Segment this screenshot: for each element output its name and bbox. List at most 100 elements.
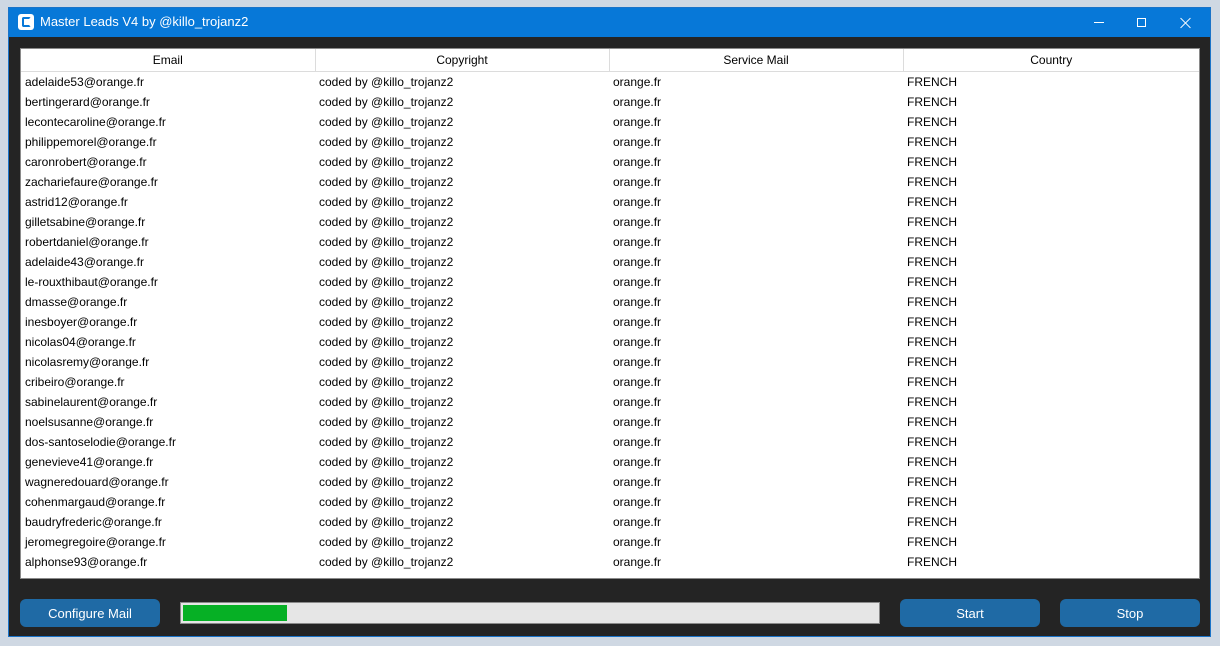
table-row[interactable]: caronrobert@orange.fr coded by @killo_tro…: [21, 152, 1199, 172]
close-icon: [1180, 17, 1192, 29]
table-row[interactable]: jeromegregoire@orange.fr coded by @killo_…: [21, 532, 1199, 552]
email-cell: lecontecaroline@orange.fr: [25, 115, 166, 129]
table-row[interactable]: adelaide53@orange.fr coded by @killo_troj…: [21, 72, 1199, 93]
copyright-cell: coded by @killo_trojanz2: [319, 175, 454, 189]
country-cell: FRENCH: [907, 295, 957, 309]
copyright-cell: coded by @killo_trojanz2: [319, 275, 454, 289]
table-row[interactable]: zachariefaure@orange.fr coded by @killo_t…: [21, 172, 1199, 192]
service-mail-cell: orange.fr: [613, 415, 662, 429]
email-cell: adelaide43@orange.fr: [25, 255, 144, 269]
progress-fill: [183, 605, 288, 621]
service-mail-cell: orange.fr: [613, 275, 662, 289]
table-row[interactable]: adelaide43@orange.fr coded by @killo_troj…: [21, 252, 1199, 272]
copyright-cell: coded by @killo_trojanz2: [319, 195, 454, 209]
table-row[interactable]: nicolas04@orange.fr coded by @killo_troja…: [21, 332, 1199, 352]
copyright-cell: coded by @killo_trojanz2: [319, 435, 454, 449]
table-row[interactable]: sabinelaurent@orange.fr coded by @killo_t…: [21, 392, 1199, 412]
service-mail-cell: orange.fr: [613, 95, 662, 109]
country-cell: FRENCH: [907, 535, 957, 549]
country-cell: FRENCH: [907, 115, 957, 129]
table-header-row: Email Copyright Service Mail Country: [21, 49, 1199, 72]
maximize-icon: [1136, 18, 1146, 27]
service-mail-cell: orange.fr: [613, 395, 662, 409]
close-button[interactable]: [1163, 8, 1209, 37]
email-cell: dmasse@orange.fr: [25, 295, 128, 309]
table-row[interactable]: astrid12@orange.fr coded by @killo_trojan…: [21, 192, 1199, 212]
table-row[interactable]: philippemorel@orange.fr coded by @killo_t…: [21, 132, 1199, 152]
country-cell: FRENCH: [907, 435, 957, 449]
country-cell: FRENCH: [907, 515, 957, 529]
table-row[interactable]: lecontecaroline@orange.fr coded by @killo…: [21, 112, 1199, 132]
title-bar[interactable]: Master Leads V4 by @killo_trojanz2: [9, 8, 1210, 37]
copyright-cell: coded by @killo_trojanz2: [319, 75, 454, 89]
copyright-cell: coded by @killo_trojanz2: [319, 235, 454, 249]
leads-table: Email Copyright Service Mail Country ade…: [21, 49, 1199, 572]
table-row[interactable]: robertdaniel@orange.fr coded by @killo_tr…: [21, 232, 1199, 252]
copyright-cell: coded by @killo_trojanz2: [319, 515, 454, 529]
service-mail-cell: orange.fr: [613, 495, 662, 509]
copyright-cell: coded by @killo_trojanz2: [319, 295, 454, 309]
column-header-service-mail[interactable]: Service Mail: [609, 49, 904, 72]
window-title: Master Leads V4 by @killo_trojanz2: [40, 14, 249, 29]
table-row[interactable]: le-rouxthibaut@orange.fr coded by @killo_…: [21, 272, 1199, 292]
app-logo-icon: [18, 14, 34, 30]
column-header-email[interactable]: Email: [21, 49, 316, 72]
table-row[interactable]: nicolasremy@orange.fr coded by @killo_tro…: [21, 352, 1199, 372]
copyright-cell: coded by @killo_trojanz2: [319, 355, 454, 369]
start-button[interactable]: Start: [900, 599, 1040, 627]
country-cell: FRENCH: [907, 355, 957, 369]
email-cell: genevieve41@orange.fr: [25, 455, 154, 469]
country-cell: FRENCH: [907, 555, 957, 569]
configure-mail-button[interactable]: Configure Mail: [20, 599, 160, 627]
minimize-icon: [1094, 22, 1104, 23]
service-mail-cell: orange.fr: [613, 535, 662, 549]
table-row[interactable]: dos-santoselodie@orange.fr coded by @kill…: [21, 432, 1199, 452]
column-header-copyright[interactable]: Copyright: [315, 49, 610, 72]
email-cell: le-rouxthibaut@orange.fr: [25, 275, 158, 289]
country-cell: FRENCH: [907, 475, 957, 489]
email-cell: gilletsabine@orange.fr: [25, 215, 146, 229]
table-row[interactable]: wagneredouard@orange.fr coded by @killo_t…: [21, 472, 1199, 492]
country-cell: FRENCH: [907, 395, 957, 409]
email-cell: inesboyer@orange.fr: [25, 315, 138, 329]
minimize-button[interactable]: [1076, 8, 1122, 37]
table-row[interactable]: inesboyer@orange.fr coded by @killo_troja…: [21, 312, 1199, 332]
copyright-cell: coded by @killo_trojanz2: [319, 95, 454, 109]
service-mail-cell: orange.fr: [613, 335, 662, 349]
email-cell: philippemorel@orange.fr: [25, 135, 157, 149]
copyright-cell: coded by @killo_trojanz2: [319, 535, 454, 549]
service-mail-cell: orange.fr: [613, 455, 662, 469]
copyright-cell: coded by @killo_trojanz2: [319, 395, 454, 409]
copyright-cell: coded by @killo_trojanz2: [319, 455, 454, 469]
table-row[interactable]: noelsusanne@orange.fr coded by @killo_tro…: [21, 412, 1199, 432]
table-row[interactable]: dmasse@orange.fr coded by @killo_trojanz2…: [21, 292, 1199, 312]
table-row[interactable]: genevieve41@orange.fr coded by @killo_tro…: [21, 452, 1199, 472]
country-cell: FRENCH: [907, 175, 957, 189]
table-row[interactable]: cribeiro@orange.fr coded by @killo_trojan…: [21, 372, 1199, 392]
country-cell: FRENCH: [907, 95, 957, 109]
email-cell: caronrobert@orange.fr: [25, 155, 147, 169]
service-mail-cell: orange.fr: [613, 195, 662, 209]
country-cell: FRENCH: [907, 455, 957, 469]
maximize-button[interactable]: [1118, 8, 1164, 37]
service-mail-cell: orange.fr: [613, 475, 662, 489]
table-row[interactable]: alphonse93@orange.fr coded by @killo_troj…: [21, 552, 1199, 572]
stop-button[interactable]: Stop: [1060, 599, 1200, 627]
email-cell: sabinelaurent@orange.fr: [25, 395, 158, 409]
email-cell: nicolas04@orange.fr: [25, 335, 136, 349]
table-row[interactable]: baudryfrederic@orange.fr coded by @killo_…: [21, 512, 1199, 532]
service-mail-cell: orange.fr: [613, 375, 662, 389]
table-row[interactable]: bertingerard@orange.fr coded by @killo_tr…: [21, 92, 1199, 112]
leads-table-container[interactable]: Email Copyright Service Mail Country ade…: [20, 48, 1200, 579]
copyright-cell: coded by @killo_trojanz2: [319, 415, 454, 429]
service-mail-cell: orange.fr: [613, 515, 662, 529]
country-cell: FRENCH: [907, 215, 957, 229]
email-cell: cohenmargaud@orange.fr: [25, 495, 166, 509]
email-cell: adelaide53@orange.fr: [25, 75, 144, 89]
column-header-country[interactable]: Country: [903, 49, 1199, 72]
table-row[interactable]: cohenmargaud@orange.fr coded by @killo_tr…: [21, 492, 1199, 512]
table-row[interactable]: gilletsabine@orange.fr coded by @killo_tr…: [21, 212, 1199, 232]
email-cell: bertingerard@orange.fr: [25, 95, 150, 109]
service-mail-cell: orange.fr: [613, 435, 662, 449]
country-cell: FRENCH: [907, 75, 957, 89]
